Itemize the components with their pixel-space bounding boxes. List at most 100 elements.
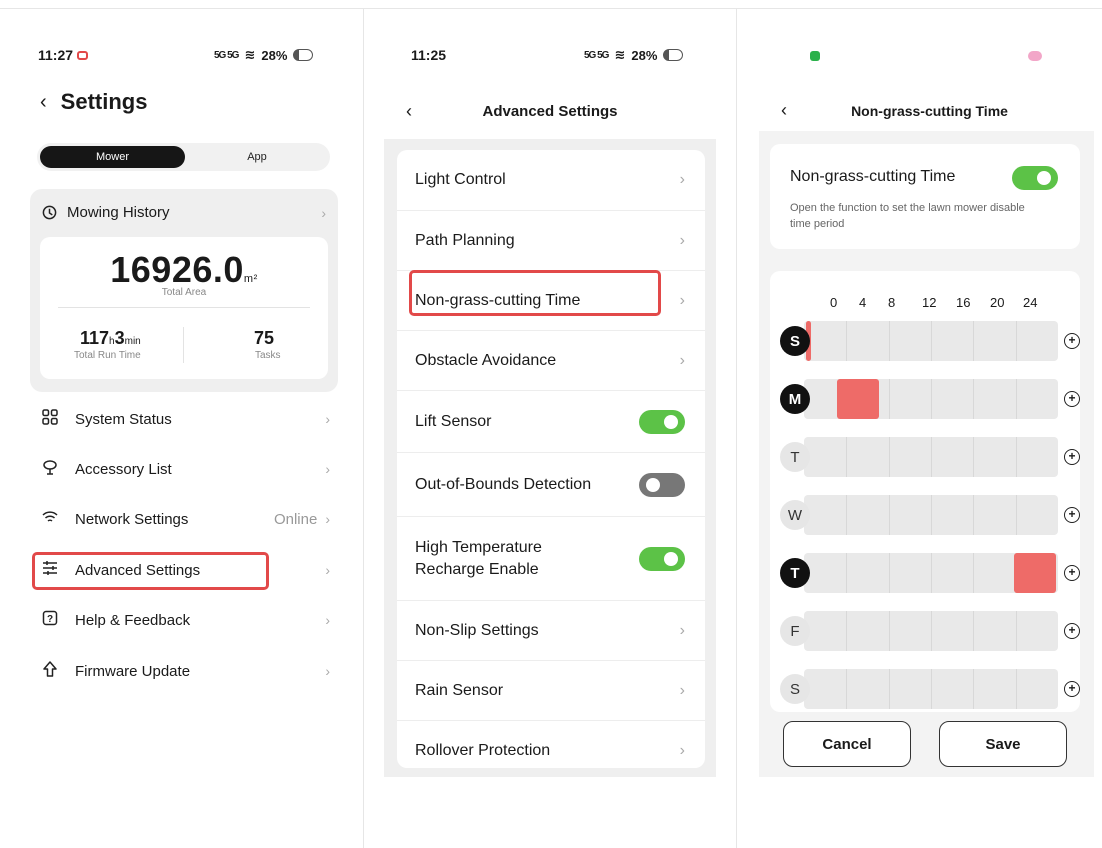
mowing-history-row[interactable]: Mowing History › — [42, 204, 326, 221]
setting-label: Rollover Protection — [415, 741, 551, 759]
page-title: Advanced Settings — [482, 103, 618, 120]
segment-app[interactable]: App — [187, 146, 327, 168]
chevron-right-icon: › — [325, 663, 330, 679]
menu-item-system-status[interactable]: System Status › — [40, 405, 330, 433]
setting-label: Light Control — [415, 171, 506, 188]
status-bar: 11:25 — [411, 47, 446, 63]
day-timeline[interactable] — [804, 495, 1058, 535]
setting-rain-sensor[interactable]: Rain Sensor › — [397, 660, 705, 720]
disabled-period-block[interactable] — [837, 379, 879, 419]
battery-icon — [293, 49, 314, 61]
menu-item-network-settings[interactable]: Network Settings Online › — [40, 505, 330, 533]
chevron-right-icon: › — [679, 291, 685, 309]
upload-icon — [40, 661, 60, 681]
add-period-icon[interactable]: + — [1064, 449, 1080, 465]
clock-icon — [42, 205, 57, 220]
feature-description: Open the function to set the lawn mower … — [790, 202, 1025, 230]
day-badge: F — [780, 616, 810, 646]
setting-rollover-protection[interactable]: Rollover Protection › — [397, 720, 705, 768]
action-bar: Cancel Save — [770, 712, 1080, 772]
stats-card: 16926.0m² Total Area 117h3min Total Run … — [40, 237, 328, 379]
setting-high-temp-recharge: High Temperature Recharge Enable — [397, 516, 705, 600]
menu-item-label: Network Settings — [75, 510, 189, 528]
grid-line — [888, 669, 890, 709]
grid-line — [846, 437, 848, 477]
high-temp-recharge-toggle[interactable] — [639, 546, 685, 571]
app-notification-icon — [810, 51, 820, 61]
setting-label: Rain Sensor — [415, 681, 504, 699]
chevron-right-icon: › — [321, 204, 326, 221]
save-button[interactable]: Save — [939, 721, 1067, 767]
out-of-bounds-toggle[interactable] — [639, 472, 685, 497]
feature-card: Non-grass-cutting Time Open the function… — [770, 144, 1080, 249]
back-icon[interactable]: ‹ — [406, 101, 412, 122]
setting-label: Non-Slip Settings — [415, 621, 539, 639]
grid-line — [846, 553, 848, 593]
mowing-history-card: Mowing History › 16926.0m² Total Area 11… — [30, 189, 338, 392]
hour-tick-label: 16 — [956, 295, 971, 310]
signal-icon: 5G 5G — [584, 49, 609, 61]
add-period-icon[interactable]: + — [1064, 565, 1080, 581]
wifi-status-icon: ≋ — [244, 47, 256, 62]
svg-text:?: ? — [47, 614, 53, 625]
hour-tick-label: 20 — [990, 295, 1005, 310]
add-period-icon[interactable]: + — [1064, 333, 1080, 349]
menu-item-help-feedback[interactable]: ? Help & Feedback › — [40, 606, 330, 634]
grid-line — [931, 495, 932, 535]
cancel-button[interactable]: Cancel — [783, 721, 911, 767]
non-grass-cutting-time-screen: ‹ Non-grass-cutting Time Non-grass-cutti… — [737, 9, 1102, 848]
day-badge: S — [780, 326, 810, 356]
day-timeline[interactable] — [804, 321, 1058, 361]
day-timeline[interactable] — [804, 379, 1058, 419]
setting-obstacle-avoidance[interactable]: Obstacle Avoidance › — [397, 330, 705, 390]
grid-line — [973, 495, 975, 535]
grid-line — [888, 379, 890, 419]
day-timeline[interactable] — [804, 437, 1058, 477]
menu-item-firmware-update[interactable]: Firmware Update › — [40, 657, 330, 685]
grid-line — [888, 611, 890, 651]
setting-path-planning[interactable]: Path Planning › — [397, 210, 705, 270]
setting-non-slip[interactable]: Non-Slip Settings › — [397, 600, 705, 660]
grid-line — [1015, 321, 1017, 361]
add-period-icon[interactable]: + — [1064, 681, 1080, 697]
divider — [58, 307, 310, 308]
back-icon[interactable]: ‹ — [781, 100, 787, 121]
setting-light-control[interactable]: Light Control › — [397, 150, 705, 210]
add-period-icon[interactable]: + — [1064, 391, 1080, 407]
menu-item-accessory-list[interactable]: Accessory List › — [40, 455, 330, 483]
day-badge: T — [780, 442, 810, 472]
grid-line — [931, 437, 932, 477]
setting-label: Obstacle Avoidance — [415, 351, 557, 369]
lift-sensor-toggle[interactable] — [639, 409, 685, 434]
day-timeline[interactable] — [804, 553, 1058, 593]
chevron-right-icon: › — [679, 171, 685, 188]
battery-percent: 28% — [261, 47, 288, 63]
page-title-text: Settings — [60, 89, 148, 114]
grid-line — [1015, 379, 1017, 419]
grid-line — [888, 495, 890, 535]
feature-toggle[interactable] — [1012, 166, 1058, 190]
grid-line — [973, 669, 975, 709]
hour-tick-label: 8 — [888, 295, 896, 310]
grid-line — [931, 553, 932, 593]
total-area-label: Total Area — [161, 287, 207, 298]
network-status: Online — [273, 510, 318, 528]
day-badge: W — [780, 500, 810, 530]
feature-title: Non-grass-cutting Time — [790, 168, 956, 185]
chevron-right-icon: › — [325, 411, 330, 427]
wifi-status-icon: ≋ — [614, 47, 626, 62]
back-icon[interactable]: ‹ — [40, 91, 47, 114]
day-timeline[interactable] — [804, 669, 1058, 709]
day-timeline[interactable] — [804, 611, 1058, 651]
chevron-right-icon: › — [679, 621, 685, 639]
disabled-period-block[interactable] — [1014, 553, 1056, 593]
segment-mower[interactable]: Mower — [40, 146, 185, 168]
hour-tick-label: 24 — [1023, 295, 1038, 310]
grid-line — [846, 669, 848, 709]
setting-label: Out-of-Bounds Detection — [415, 475, 592, 493]
header: ‹ Advanced Settings — [384, 101, 716, 123]
add-period-icon[interactable]: + — [1064, 507, 1080, 523]
advanced-settings-screen: 11:25 5G 5G ≋ 28% ‹ Advanced Settings Li… — [364, 9, 736, 848]
add-period-icon[interactable]: + — [1064, 623, 1080, 639]
device-segmented-control: Mower App — [37, 143, 330, 171]
